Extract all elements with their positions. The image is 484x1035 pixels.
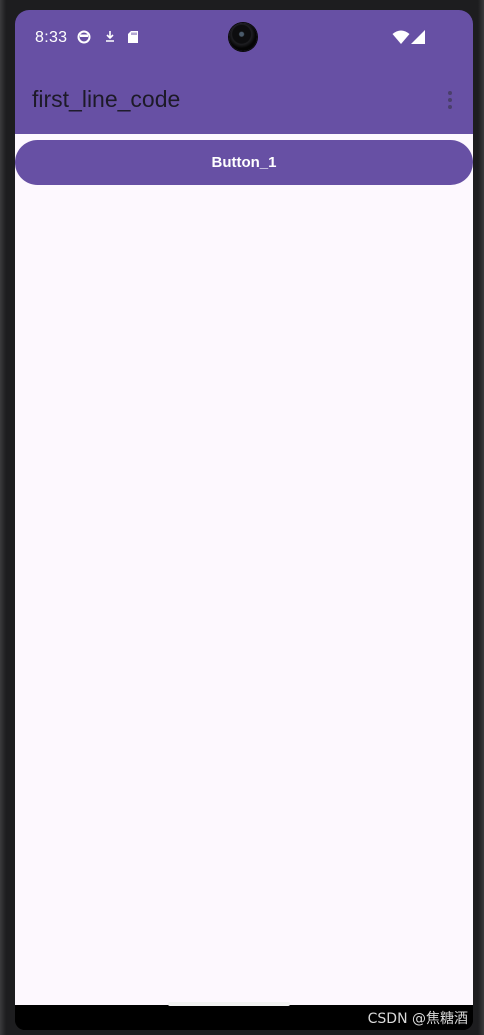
more-options-button[interactable]: [437, 86, 463, 114]
more-vert-icon-dot: [448, 98, 452, 102]
wifi-icon: [392, 30, 410, 44]
device-frame: 8:33 first_line_code Button_1 CSDN @焦糖酒: [0, 0, 484, 1035]
more-vert-icon: [448, 91, 452, 95]
cellular-signal-icon: [411, 30, 425, 44]
sync-circle-icon: [77, 30, 91, 44]
app-title: first_line_code: [32, 86, 181, 112]
main-content: Button_1: [15, 134, 473, 1005]
sd-card-icon: [128, 31, 138, 43]
status-bar: 8:33: [15, 10, 473, 66]
button-1[interactable]: Button_1: [15, 140, 473, 185]
front-camera: [229, 23, 257, 51]
more-vert-icon-dot: [448, 105, 452, 109]
download-icon: [106, 31, 114, 42]
app-bar: first_line_code: [15, 66, 473, 134]
device-screen: 8:33 first_line_code Button_1: [15, 10, 473, 1030]
status-time: 8:33: [35, 29, 68, 46]
watermark: CSDN @焦糖酒: [367, 1011, 468, 1027]
home-gesture-handle[interactable]: [168, 1002, 290, 1006]
